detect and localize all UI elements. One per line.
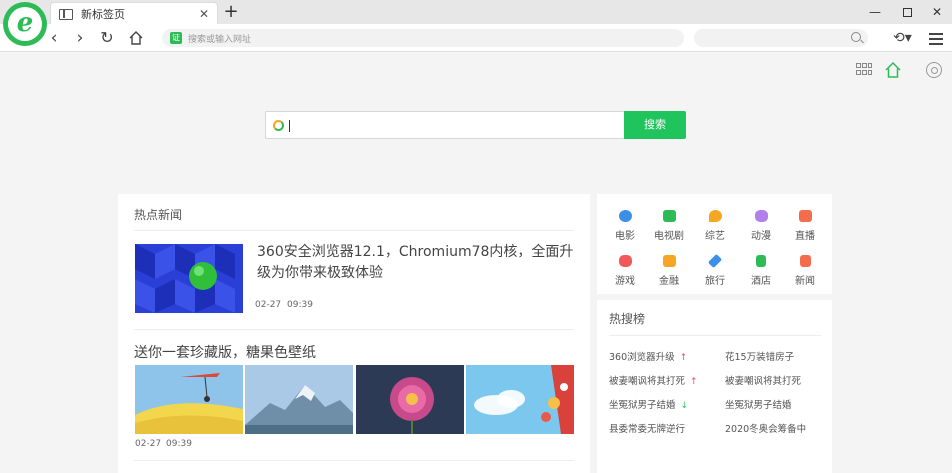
film-icon xyxy=(618,210,632,222)
address-placeholder: 搜索或输入网址 xyxy=(188,34,252,45)
news-icon xyxy=(799,255,811,267)
gear-icon[interactable] xyxy=(926,62,942,78)
category-news[interactable]: 新闻 xyxy=(785,255,825,287)
category-game[interactable]: 游戏 xyxy=(605,255,645,287)
trend-down-icon: ↓ xyxy=(680,401,689,411)
category-tv[interactable]: 电视剧 xyxy=(649,210,689,242)
forward-button[interactable]: › xyxy=(69,27,91,49)
wallpaper-thumbnail[interactable] xyxy=(466,365,574,434)
hot-search-item[interactable]: 被妻嘲讽将其打死 ↑ xyxy=(609,373,698,387)
hot-search-heading: 热搜榜 xyxy=(609,312,646,326)
reload-button[interactable]: ↻ xyxy=(96,27,118,49)
anime-icon xyxy=(754,210,768,222)
news-date: 02-27 xyxy=(255,300,282,310)
new-tab-page: 搜索 热点新闻 360安全浏览器12.1，Chromium78内核，全面升级为你… xyxy=(0,53,952,473)
category-live[interactable]: 直播 xyxy=(785,210,825,242)
hot-news-panel: 热点新闻 360安全浏览器12.1，Chromium78内核，全面升级为你带来极… xyxy=(118,194,590,473)
trend-up-icon: ↑ xyxy=(690,377,698,387)
tab-close-button[interactable]: ✕ xyxy=(199,7,209,21)
wallpaper-thumbnail[interactable] xyxy=(356,365,464,434)
divider xyxy=(609,335,821,336)
category-variety[interactable]: 综艺 xyxy=(695,210,735,242)
toolbar: ‹ › ↻ 证 搜索或输入网址 ⟲▾ xyxy=(0,24,952,52)
address-bar[interactable]: 证 搜索或输入网址 xyxy=(162,29,684,47)
tab-title: 新标签页 xyxy=(81,8,125,21)
category-hotel[interactable]: 酒店 xyxy=(741,255,781,287)
finance-icon xyxy=(662,255,676,267)
close-window-button[interactable]: ✕ xyxy=(924,2,950,22)
search-bar: 搜索 xyxy=(265,111,686,139)
home-icon[interactable] xyxy=(884,61,902,79)
news-title[interactable]: 360安全浏览器12.1，Chromium78内核，全面升级为你带来极致体验 xyxy=(257,242,577,284)
hot-search-item[interactable]: 坐冤狱男子结婚 xyxy=(725,397,792,411)
divider xyxy=(134,460,574,461)
hot-search-item[interactable]: 县委常委无牌逆行 xyxy=(609,421,685,435)
page-icon xyxy=(59,8,73,20)
news-time: 09:39 xyxy=(287,300,313,310)
divider xyxy=(134,230,574,231)
news-time: 09:39 xyxy=(166,439,192,449)
news-title[interactable]: 送你一套珍藏版，糖果色壁纸 xyxy=(134,342,316,362)
hot-search-panel: 热搜榜 360浏览器升级 ↑ 花15万装错房子 被妻嘲讽将其打死 ↑ 被妻嘲讽将其打… xyxy=(597,300,832,473)
search-engine-logo-icon xyxy=(273,120,284,131)
category-panel: 电影 电视剧 综艺 动漫 直播 游戏 金融 旅行 酒店 新闻 xyxy=(597,194,832,294)
title-bar: 新标签页 ✕ + — ✕ xyxy=(0,0,952,25)
toolbar-search-input[interactable] xyxy=(694,29,868,47)
tab-new-tab[interactable]: 新标签页 ✕ xyxy=(50,2,218,25)
mic-icon xyxy=(708,210,722,222)
undo-close-tab-button[interactable]: ⟲▾ xyxy=(893,28,919,48)
text-caret xyxy=(289,120,290,132)
hot-search-item[interactable]: 坐冤狱男子结婚 ↓ xyxy=(609,397,688,411)
news-date: 02-27 xyxy=(135,439,162,449)
search-input[interactable] xyxy=(265,111,624,139)
wallpaper-thumbnail[interactable] xyxy=(135,365,243,434)
tv-icon xyxy=(662,210,676,222)
new-tab-button[interactable]: + xyxy=(221,1,241,23)
certificate-icon: 证 xyxy=(170,32,182,44)
camera-icon xyxy=(798,210,812,222)
category-travel[interactable]: 旅行 xyxy=(695,253,735,287)
trend-up-icon: ↑ xyxy=(679,353,688,363)
divider xyxy=(134,329,574,330)
gamepad-icon xyxy=(618,255,632,267)
category-finance[interactable]: 金融 xyxy=(649,255,689,287)
search-button[interactable]: 搜索 xyxy=(624,111,686,139)
hotel-icon xyxy=(756,255,766,267)
hot-search-item[interactable]: 360浏览器升级 ↑ xyxy=(609,349,687,363)
hot-search-item[interactable]: 被妻嘲讽将其打死 xyxy=(725,373,801,387)
category-anime[interactable]: 动漫 xyxy=(741,210,781,242)
maximize-button[interactable] xyxy=(894,2,920,22)
minimize-button[interactable]: — xyxy=(862,2,888,22)
plane-icon xyxy=(707,253,723,269)
hot-search-item[interactable]: 花15万装错房子 xyxy=(725,349,794,363)
search-icon[interactable] xyxy=(851,32,861,42)
news-heading: 热点新闻 xyxy=(134,208,183,222)
back-button[interactable]: ‹ xyxy=(43,27,65,49)
hot-search-item[interactable]: 2020冬奥会筹备中 xyxy=(725,421,806,435)
home-icon xyxy=(129,31,143,45)
browser-logo[interactable]: e xyxy=(3,2,47,46)
grid-icon[interactable] xyxy=(855,61,873,79)
wallpaper-thumbnail[interactable] xyxy=(245,365,353,434)
news-thumbnail[interactable] xyxy=(135,244,243,313)
category-movie[interactable]: 电影 xyxy=(605,210,645,242)
menu-button[interactable] xyxy=(926,28,946,48)
home-button[interactable] xyxy=(125,27,147,49)
